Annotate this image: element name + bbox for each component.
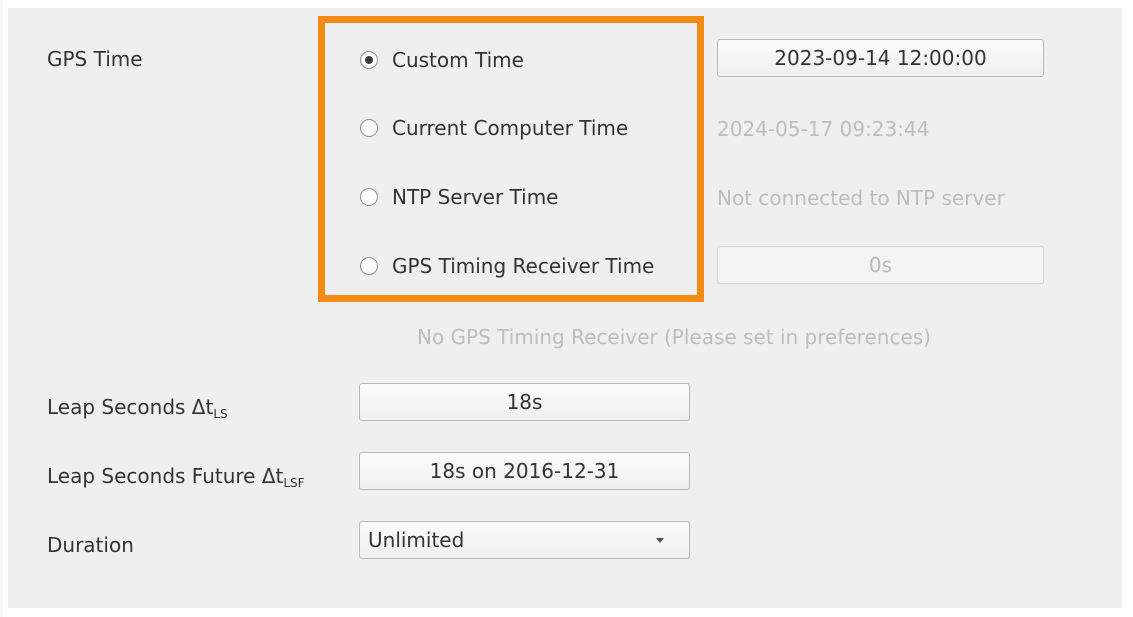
leap-seconds-button[interactable]: 18s [359, 383, 690, 421]
leap-seconds-label: Leap Seconds ΔtLS [47, 395, 228, 421]
gps-receiver-note: No GPS Timing Receiver (Please set in pr… [417, 325, 931, 349]
leap-seconds-future-label-sub: LSF [283, 476, 305, 490]
left-edge [0, 0, 12, 617]
leap-seconds-future-button[interactable]: 18s on 2016-12-31 [359, 452, 690, 490]
custom-time-button[interactable]: 2023-09-14 12:00:00 [717, 39, 1044, 77]
ntp-status-text: Not connected to NTP server [717, 186, 1005, 210]
leap-seconds-future-label: Leap Seconds Future ΔtLSF [47, 464, 305, 490]
chevron-down-icon [656, 538, 664, 543]
duration-dropdown[interactable]: Unlimited [359, 521, 690, 559]
current-computer-time-value: 2024-05-17 09:23:44 [717, 117, 930, 141]
duration-label: Duration [47, 533, 134, 557]
leap-seconds-future-label-text: Leap Seconds Future Δt [47, 464, 284, 488]
duration-selected-value: Unlimited [368, 528, 465, 552]
highlight-box [318, 16, 704, 302]
gps-time-label: GPS Time [47, 47, 143, 71]
gps-receiver-offset-field: 0s [717, 246, 1044, 284]
leap-seconds-label-text: Leap Seconds Δt [47, 395, 214, 419]
leap-seconds-label-sub: LS [213, 407, 228, 421]
